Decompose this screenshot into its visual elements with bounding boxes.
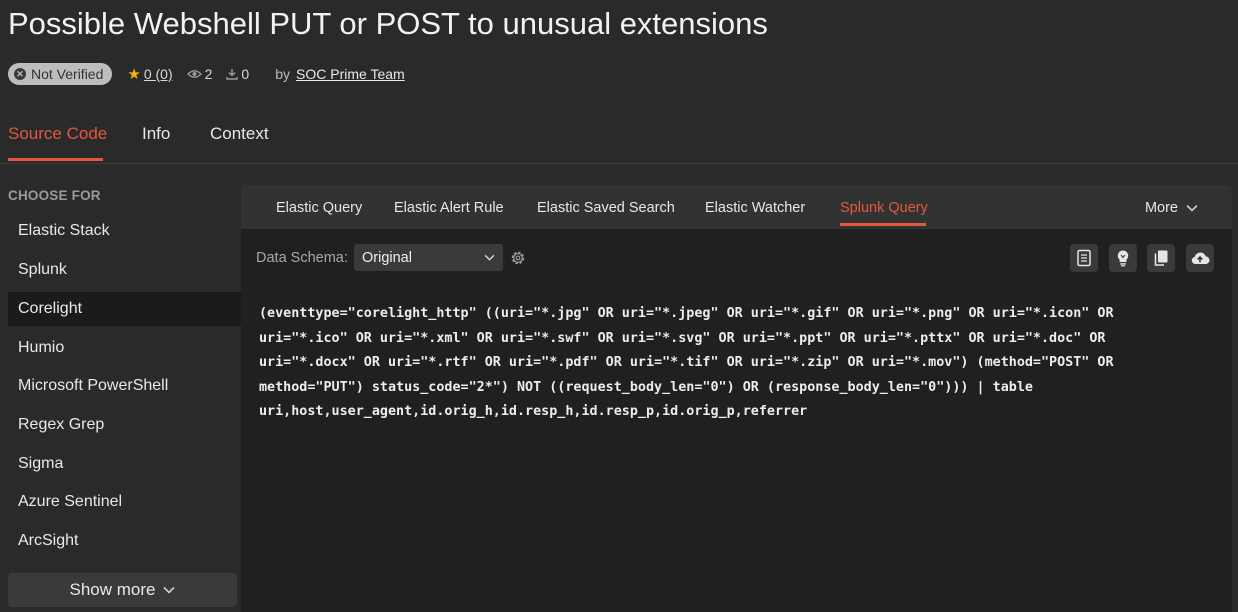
- badge-label: Not Verified: [31, 66, 104, 82]
- copy-button[interactable]: [1147, 244, 1175, 272]
- show-more-button[interactable]: Show more: [8, 573, 237, 607]
- choose-for-heading: CHOOSE FOR: [8, 188, 101, 203]
- query-panel: Elastic Query Elastic Alert Rule Elastic…: [241, 185, 1232, 612]
- views: 2: [186, 66, 213, 82]
- insight-button[interactable]: [1109, 244, 1137, 272]
- query-code[interactable]: (eventtype="corelight_http" ((uri="*.jpg…: [259, 302, 1224, 425]
- sidebar-item-elastic-stack[interactable]: Elastic Stack: [8, 214, 241, 248]
- more-label: More: [1144, 200, 1178, 216]
- code-line: (eventtype="corelight_http" ((uri="*.jpg…: [259, 306, 1114, 321]
- tab-elastic-query[interactable]: Elastic Query: [276, 200, 362, 216]
- page-title: Possible Webshell PUT or POST to unusual…: [8, 6, 768, 41]
- rule-meta: ✕ Not Verified ★ 0 (0) 2 0 by SOC Prime T…: [8, 62, 405, 86]
- tab-source-code[interactable]: Source Code: [8, 124, 107, 144]
- views-count: 2: [204, 66, 213, 82]
- copy-icon: [1154, 250, 1168, 266]
- lightbulb-icon: [1117, 250, 1129, 267]
- tab-elastic-watcher[interactable]: Elastic Watcher: [705, 200, 805, 216]
- rating-value[interactable]: 0 (0): [144, 66, 173, 82]
- query-tabs: Elastic Query Elastic Alert Rule Elastic…: [241, 185, 1232, 229]
- sidebar-item-regex-grep[interactable]: Regex Grep: [8, 408, 241, 442]
- main-tabs: Source Code Info Context: [0, 108, 1238, 164]
- verification-badge: ✕ Not Verified: [8, 63, 113, 85]
- tab-elastic-alert-rule[interactable]: Elastic Alert Rule: [394, 200, 504, 216]
- by-label: by: [275, 66, 291, 82]
- not-verified-icon: ✕: [14, 68, 26, 80]
- download-icon: [226, 69, 239, 80]
- tab-splunk-query[interactable]: Splunk Query: [840, 200, 928, 216]
- sidebar-item-humio[interactable]: Humio: [8, 331, 241, 365]
- more-dropdown[interactable]: More: [1145, 200, 1198, 216]
- code-line: uri="*.docx" OR uri="*.rtf" OR uri="*.pd…: [259, 355, 1114, 371]
- sidebar-item-microsoft-powershell[interactable]: Microsoft PowerShell: [8, 369, 241, 403]
- gear-icon[interactable]: [509, 249, 527, 267]
- sidebar-item-splunk[interactable]: Splunk: [8, 253, 241, 287]
- code-line: uri="*.ico" OR uri="*.xml" OR uri="*.swf…: [259, 330, 1106, 346]
- author-link[interactable]: SOC Prime Team: [296, 66, 405, 82]
- data-schema-value: Original: [362, 249, 412, 266]
- author-line: by SOC Prime Team: [275, 66, 404, 82]
- upload-button[interactable]: [1186, 244, 1214, 272]
- chevron-down-icon: [163, 586, 176, 594]
- tab-elastic-saved-search[interactable]: Elastic Saved Search: [537, 200, 675, 216]
- sidebar-item-arcsight[interactable]: ArcSight: [8, 524, 241, 558]
- show-more-label: Show more: [69, 580, 156, 599]
- eye-icon: [186, 70, 202, 78]
- notebook-icon: [1077, 249, 1091, 267]
- data-schema-label: Data Schema:: [256, 250, 348, 266]
- tab-info[interactable]: Info: [142, 124, 170, 144]
- active-query-tab-indicator: [840, 223, 926, 226]
- code-line: method="PUT") status_code="2*") NOT ((re…: [259, 379, 1033, 395]
- code-line: uri,host,user_agent,id.orig_h,id.resp_h,…: [259, 404, 808, 420]
- sidebar-item-azure-sentinel[interactable]: Azure Sentinel: [8, 485, 241, 519]
- data-schema-select[interactable]: Original: [354, 244, 503, 271]
- notebook-button[interactable]: [1070, 244, 1098, 272]
- sidebar-item-sigma[interactable]: Sigma: [8, 447, 241, 481]
- tab-context[interactable]: Context: [210, 124, 269, 144]
- downloads-count: 0: [241, 66, 250, 82]
- chevron-down-icon: [484, 254, 495, 261]
- cloud-upload-icon: [1191, 252, 1210, 265]
- star-icon: ★: [127, 66, 141, 83]
- chevron-down-icon: [1186, 204, 1198, 212]
- sidebar-item-corelight[interactable]: Corelight: [8, 292, 241, 326]
- active-tab-indicator: [8, 158, 103, 161]
- rating[interactable]: ★ 0 (0): [127, 65, 172, 83]
- downloads: 0: [226, 66, 249, 82]
